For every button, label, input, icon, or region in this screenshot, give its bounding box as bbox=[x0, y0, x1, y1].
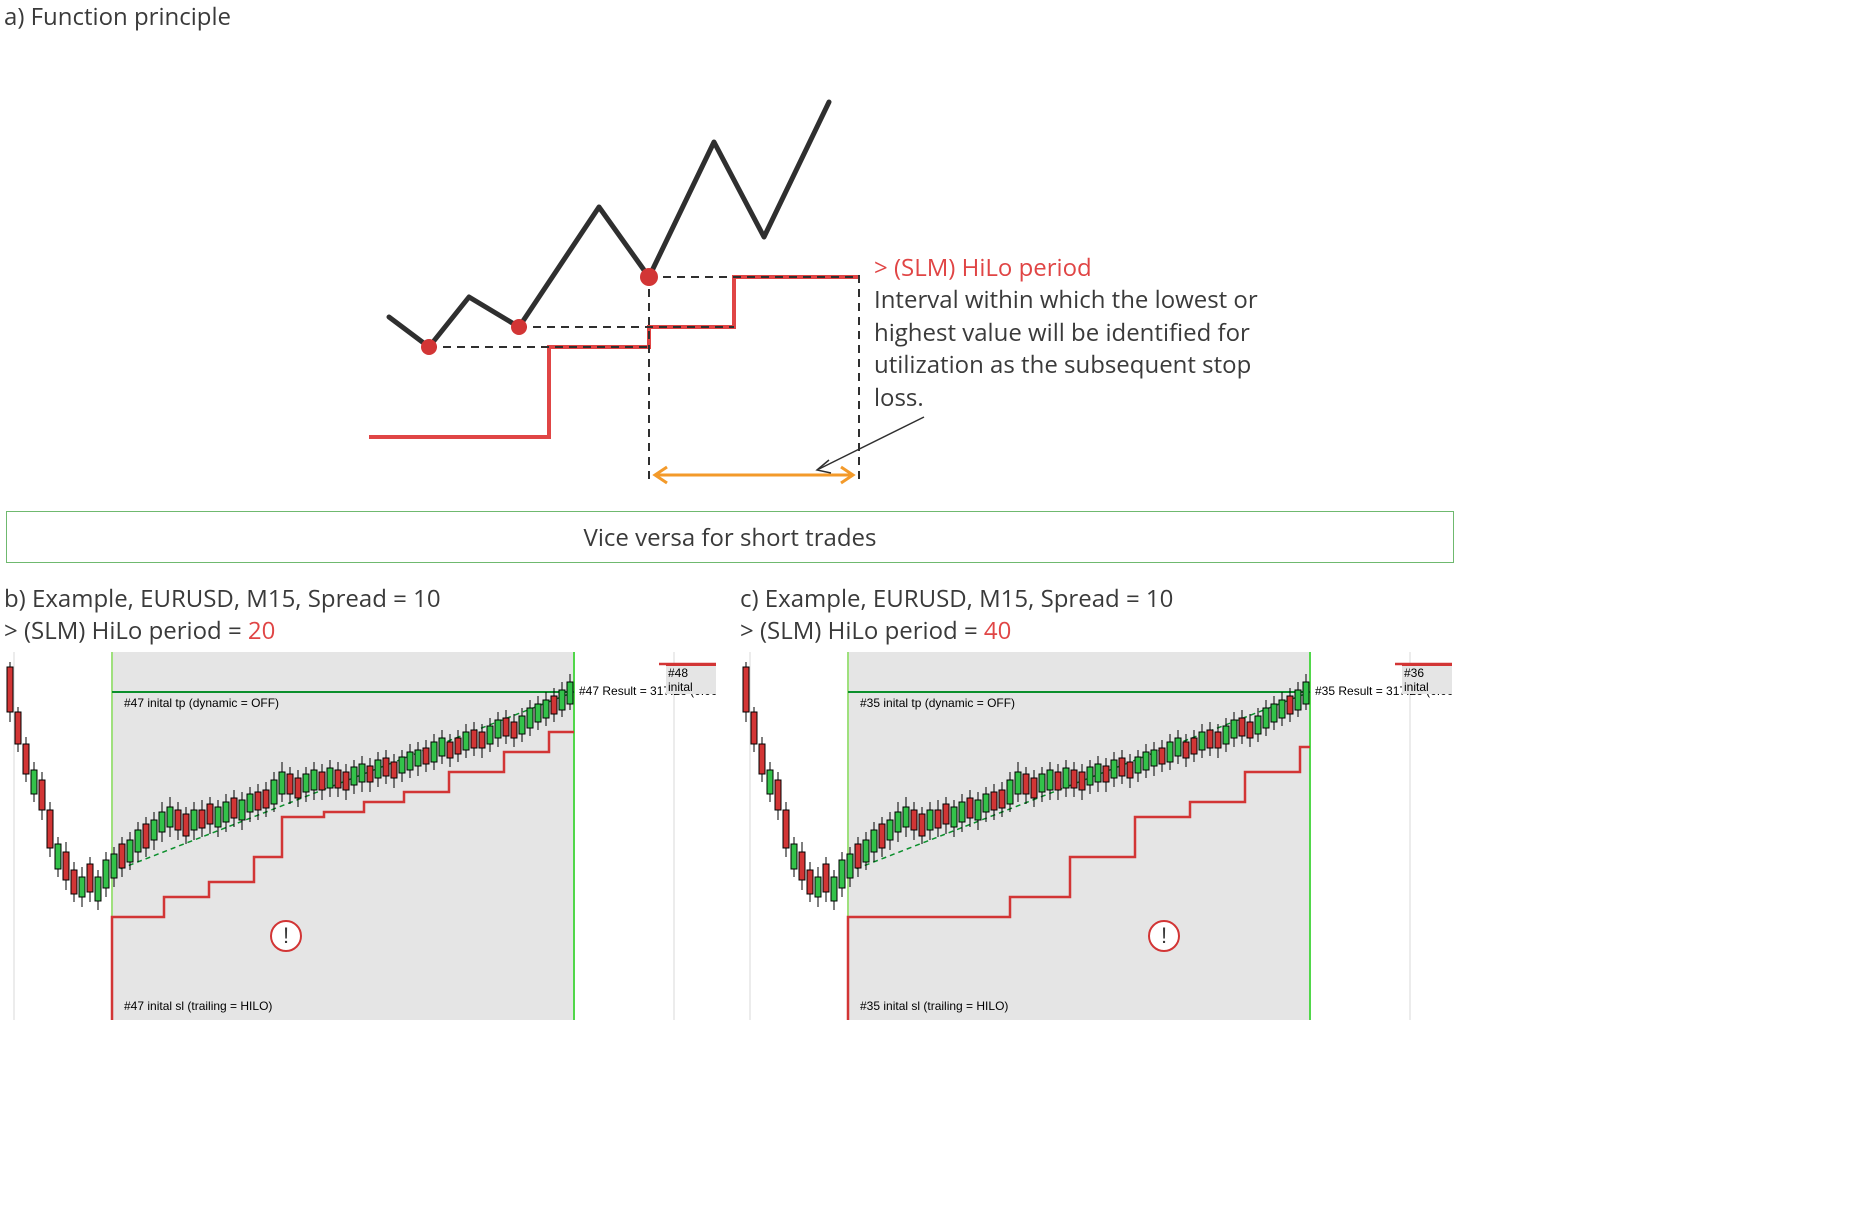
exclaim-icon: ! bbox=[270, 920, 302, 952]
section-b: b) Example, EURUSD, M15, Spread = 10 > (… bbox=[4, 583, 716, 1020]
tp-label-c: #35 inital tp (dynamic = OFF) bbox=[860, 696, 1015, 710]
annotation-title: > (SLM) HiLo period bbox=[874, 252, 1294, 284]
principle-annotation: > (SLM) HiLo period Interval within whic… bbox=[874, 252, 1294, 414]
chart-b-svg bbox=[4, 652, 716, 1020]
sl-label-b: #47 inital sl (trailing = HILO) bbox=[124, 999, 272, 1013]
principle-diagram-svg bbox=[369, 37, 929, 497]
next-initial-c: #36 inital bbox=[1402, 664, 1452, 694]
chart-b: #47 inital tp (dynamic = OFF) #47 inital… bbox=[4, 650, 716, 1020]
chart-c-svg bbox=[740, 652, 1452, 1020]
annotation-body: Interval within which the lowest or high… bbox=[874, 284, 1294, 414]
section-c: c) Example, EURUSD, M15, Spread = 10 > (… bbox=[740, 583, 1452, 1020]
tp-label-b: #47 inital tp (dynamic = OFF) bbox=[124, 696, 279, 710]
exclaim-icon: ! bbox=[1148, 920, 1180, 952]
section-b-title: b) Example, EURUSD, M15, Spread = 10 > (… bbox=[4, 583, 716, 648]
principle-diagram-area: > (SLM) HiLo period Interval within whic… bbox=[4, 37, 1460, 507]
next-initial-b: #48 inital bbox=[666, 664, 716, 694]
chart-c: #35 inital tp (dynamic = OFF) #35 inital… bbox=[740, 650, 1452, 1020]
section-a-title: a) Function principle bbox=[4, 0, 1460, 33]
sl-label-c: #35 inital sl (trailing = HILO) bbox=[860, 999, 1008, 1013]
vice-versa-note: Vice versa for short trades bbox=[6, 511, 1454, 563]
section-c-title: c) Example, EURUSD, M15, Spread = 10 > (… bbox=[740, 583, 1452, 648]
